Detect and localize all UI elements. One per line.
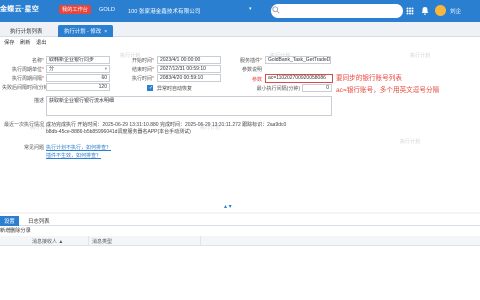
company-selector[interactable]: 100 张家港金鑫技术有限公司 xyxy=(128,7,200,15)
apps-grid-icon[interactable] xyxy=(406,7,414,15)
column-divider[interactable] xyxy=(200,236,201,246)
min-interval-label: 最小执行间隔(分钟) xyxy=(256,86,300,92)
check-icon: ✓ xyxy=(149,85,154,91)
end-time-field[interactable]: 2027/12/31 00:59:10 xyxy=(157,65,221,73)
entry-toolbar: 新增 删除分录 xyxy=(0,226,480,236)
exec-interval-label: 执行周期间隔* xyxy=(2,75,44,82)
global-search-input[interactable] xyxy=(271,4,403,18)
tab-bar: 执行计划列表 执行计划 - 修改 × xyxy=(0,22,480,37)
description-field[interactable]: 获取新企业银行银行流水明细 xyxy=(46,96,332,116)
start-time-field[interactable]: 2023/4/1 00:00:00 xyxy=(157,56,221,64)
faq-link-plugin-not-working[interactable]: 插件不生效，如何排查？ xyxy=(46,152,101,159)
min-interval-field[interactable]: 0 xyxy=(302,84,332,92)
sort-icon[interactable]: ▲ xyxy=(58,239,63,245)
splitter-arrows-icon[interactable]: ▴ ▾ xyxy=(224,203,232,210)
tab-plan-edit[interactable]: 执行计划 - 修改 × xyxy=(58,25,114,37)
end-time-label: 结束时间* xyxy=(114,66,154,73)
annotation-line1: 要同步的银行账号列表 xyxy=(336,75,402,82)
tab-plan-edit-label: 执行计划 - 修改 xyxy=(64,29,102,35)
required-mark: * xyxy=(260,58,262,64)
watermark: 执行计划 xyxy=(410,53,431,59)
search-icon[interactable] xyxy=(272,6,280,14)
params-field[interactable]: ac=110202700920058086 xyxy=(265,74,333,83)
service-plugin-field[interactable]: GoldBank_Task_GetTradeDetail xyxy=(265,56,331,64)
retry-interval-label-text: 失败后间隔时间(分钟) xyxy=(2,85,51,91)
column-header-receiver-text: 消息接收人 xyxy=(32,239,58,245)
plan-form: 执行计划 执行计划 执行计划 执行计划 执行计划 执行计划 名称* 取韩新企业银… xyxy=(0,48,480,212)
exec-time-field[interactable]: 2083/4/20 00:59:10 xyxy=(157,74,221,82)
column-header-message-type[interactable]: 消息类型 xyxy=(92,238,112,245)
required-mark: * xyxy=(42,58,44,64)
auto-recover-checkbox[interactable]: ✓ xyxy=(147,85,153,91)
tab-plan-list[interactable]: 执行计划列表 xyxy=(4,25,48,37)
exec-time-label: 执行时间* xyxy=(114,75,154,82)
top-bar: 金蝶云·星空 我的工作台 GOLD 100 张家港金鑫技术有限公司 ▾ 刘企 xyxy=(0,0,480,22)
exec-cycle-select[interactable]: 分 ▾ xyxy=(46,65,110,73)
params-label: 参数 xyxy=(251,77,262,83)
required-mark: * xyxy=(42,76,44,82)
column-divider[interactable] xyxy=(88,236,89,246)
exec-cycle-label: 执行周期单位* xyxy=(2,66,44,73)
message-grid: 消息接收人 ▲ 消息类型 xyxy=(0,236,480,300)
annotation-line2: ac=银行账号，多个用英文逗号分隔 xyxy=(336,87,440,94)
watermark: 执行计划 xyxy=(400,139,421,145)
service-plugin-label-text: 服务插件 xyxy=(240,58,261,64)
last-exec-line1: 成功完成执行 开始时间：2025-06-29 13:31:10.880 完成时间… xyxy=(46,122,287,128)
bottom-tab-bar: 设置 日志列表 xyxy=(0,214,480,226)
required-mark: * xyxy=(152,58,154,64)
column-header-receiver[interactable]: 消息接收人 ▲ xyxy=(32,238,63,245)
avatar[interactable] xyxy=(435,5,446,16)
refresh-button[interactable]: 刷新 xyxy=(20,39,30,46)
product-name[interactable]: GOLD xyxy=(99,7,115,13)
name-label: 名称* xyxy=(2,57,44,64)
exec-cycle-label-text: 执行周期单位 xyxy=(12,67,43,73)
required-mark: * xyxy=(152,76,154,82)
retry-interval-label: 失败后间隔时间(分钟)* xyxy=(2,84,52,91)
exec-interval-field[interactable]: 60 xyxy=(46,74,110,82)
description-label: 描述 xyxy=(33,98,44,104)
bell-icon[interactable] xyxy=(421,6,429,15)
exit-button[interactable]: 退出 xyxy=(36,39,46,46)
user-name[interactable]: 刘企 xyxy=(450,7,461,15)
params-note-label: 参数说明 xyxy=(241,67,262,73)
end-time-label-text: 结束时间 xyxy=(132,67,153,73)
faq-label: 常见问题 xyxy=(23,145,44,151)
save-button[interactable]: 保存 xyxy=(4,39,14,46)
exec-time-label-text: 执行时间 xyxy=(132,76,153,82)
add-entry-button[interactable]: 新增 xyxy=(0,227,10,234)
faq-link-not-executing[interactable]: 执行计划不执行，如何排查？ xyxy=(46,144,111,151)
required-mark: * xyxy=(42,67,44,73)
last-exec-line2: b8db-45ce-8886-b5b85996041d调度服务器名APP(本台手… xyxy=(46,129,191,135)
service-plugin-label: 服务插件* xyxy=(226,57,262,64)
start-time-label-text: 开始时间 xyxy=(132,58,153,64)
app-logo[interactable]: 金蝶云·星空 xyxy=(0,4,39,14)
tab-settings[interactable]: 设置 xyxy=(0,216,19,226)
workbench-badge[interactable]: 我的工作台 xyxy=(59,5,91,14)
tab-log-list[interactable]: 日志列表 xyxy=(24,216,54,226)
name-field[interactable]: 取韩新企业银行同步 xyxy=(46,56,110,64)
exec-interval-label-text: 执行周期间隔 xyxy=(12,76,43,82)
required-mark: * xyxy=(152,67,154,73)
grid-header: 消息接收人 ▲ 消息类型 xyxy=(0,236,480,246)
exec-cycle-value: 分 xyxy=(49,66,55,72)
chevron-down-icon[interactable]: ▾ xyxy=(105,66,107,72)
name-label-text: 名称 xyxy=(32,58,43,64)
start-time-label: 开始时间* xyxy=(114,57,154,64)
auto-recover-label: 异常时自动恢复 xyxy=(157,86,193,92)
retry-interval-field[interactable]: 120 xyxy=(46,83,110,91)
close-icon[interactable]: × xyxy=(104,29,107,35)
last-exec-label: 最近一次执行情况 xyxy=(3,122,44,128)
form-toolbar: 保存 刷新 退出 xyxy=(0,37,480,48)
company-caret-icon[interactable]: ▾ xyxy=(249,6,252,12)
delete-entry-button[interactable]: 删除分录 xyxy=(10,227,31,234)
